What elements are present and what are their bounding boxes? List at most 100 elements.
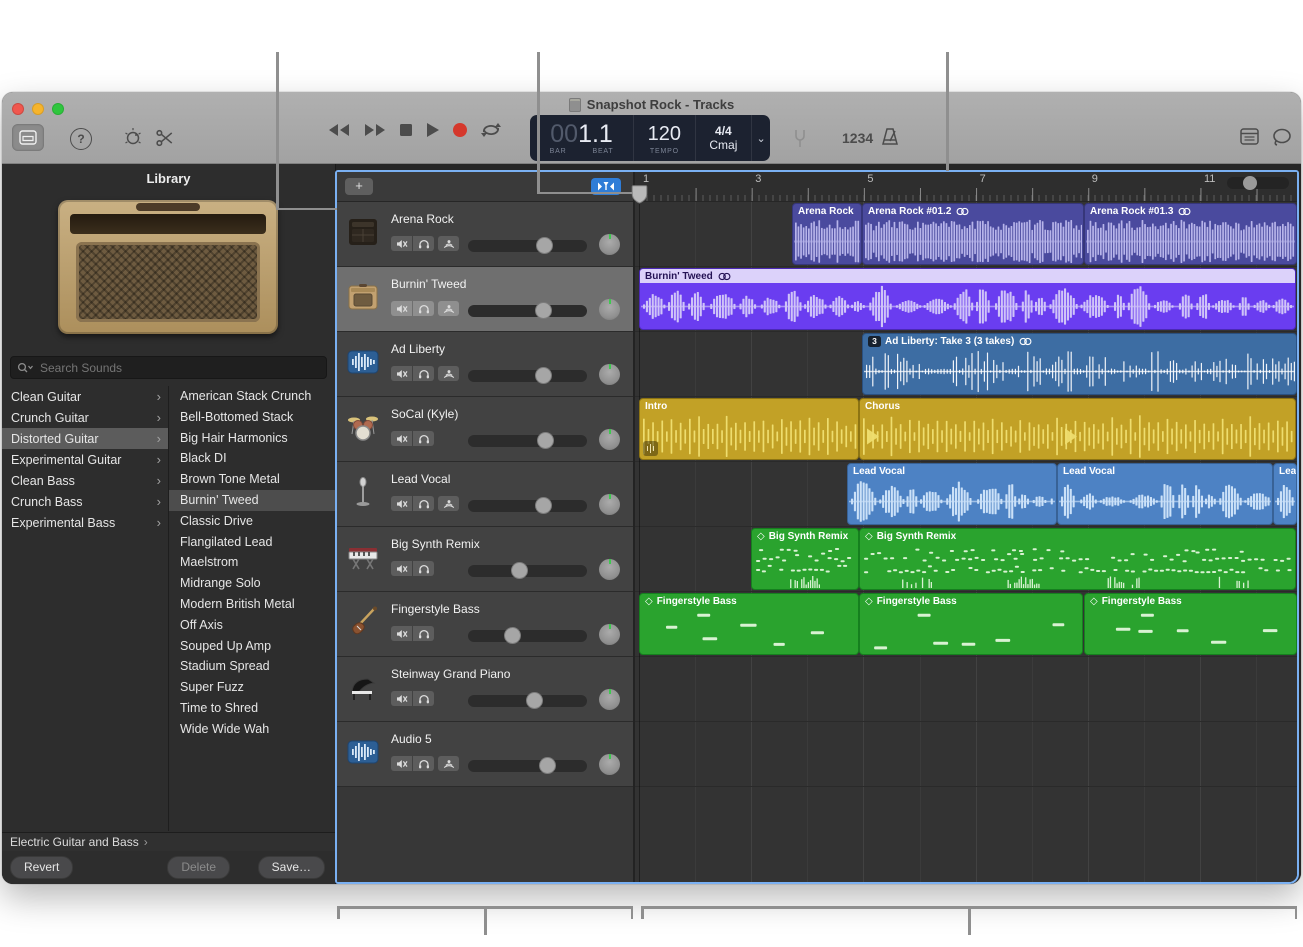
mute-button[interactable] xyxy=(391,496,412,511)
volume-knob[interactable] xyxy=(537,432,554,449)
save-button[interactable]: Save… xyxy=(258,856,325,879)
mute-button[interactable] xyxy=(391,301,412,316)
library-patch-item[interactable]: Midrange Solo xyxy=(169,573,335,594)
track-header-burnin-tweed[interactable]: Burnin' Tweed xyxy=(337,267,633,332)
input-monitoring-button[interactable] xyxy=(438,236,459,251)
pan-knob[interactable] xyxy=(599,754,620,775)
pan-knob[interactable] xyxy=(599,559,620,580)
library-patch-item[interactable]: Big Hair Harmonics xyxy=(169,428,335,449)
solo-button[interactable] xyxy=(413,431,434,446)
solo-button[interactable] xyxy=(413,301,434,316)
library-patch-item[interactable]: Stadium Spread xyxy=(169,656,335,677)
bar-ruler[interactable]: 1357911 xyxy=(635,172,1297,202)
smart-controls-button[interactable] xyxy=(122,127,144,149)
delete-button[interactable]: Delete xyxy=(167,856,230,879)
add-track-button[interactable]: + xyxy=(345,178,373,195)
audio-region-lead-vocal[interactable]: Lead Vocal xyxy=(847,463,1057,525)
input-monitoring-button[interactable] xyxy=(438,366,459,381)
mute-button[interactable] xyxy=(391,431,412,446)
track-header-ad-liberty[interactable]: Ad Liberty xyxy=(337,332,633,397)
library-patch-item[interactable]: Bell-Bottomed Stack xyxy=(169,407,335,428)
lcd-display[interactable]: 001.1 BARBEAT 120 TEMPO 4/4 Cmaj ⌄ xyxy=(530,115,770,161)
search-sounds-field[interactable] xyxy=(10,356,327,379)
library-patch-item[interactable]: Souped Up Amp xyxy=(169,636,335,657)
volume-knob[interactable] xyxy=(535,497,552,514)
note-pad-button[interactable] xyxy=(1240,128,1259,145)
audio-region-lead-vocal[interactable]: Lead Vocal xyxy=(1273,463,1297,525)
count-in-button[interactable]: 1234 xyxy=(842,130,873,146)
solo-button[interactable] xyxy=(413,691,434,706)
midi-region-big-synth-remix[interactable]: ◇Big Synth Remix xyxy=(751,528,859,590)
track-volume-slider[interactable] xyxy=(468,760,587,772)
library-patch-item[interactable]: Modern British Metal xyxy=(169,594,335,615)
lcd-chevron-icon[interactable]: ⌄ xyxy=(752,115,770,161)
zoom-slider-knob[interactable] xyxy=(1243,176,1257,190)
audio-region-ad-liberty-take-3-3-takes[interactable]: 3Ad Liberty: Take 3 (3 takes) xyxy=(862,333,1297,395)
volume-knob[interactable] xyxy=(536,237,553,254)
volume-knob[interactable] xyxy=(504,627,521,644)
pan-knob[interactable] xyxy=(599,689,620,710)
solo-button[interactable] xyxy=(413,756,434,771)
track-volume-slider[interactable] xyxy=(468,370,587,382)
library-category-item[interactable]: Clean Guitar› xyxy=(2,386,168,407)
play-button[interactable] xyxy=(425,122,440,143)
audio-region-burnin-tweed[interactable]: Burnin' Tweed xyxy=(639,268,1296,330)
audio-region-arena-rock-01-2[interactable]: Arena Rock #01.2 xyxy=(862,203,1084,265)
lcd-key-section[interactable]: 4/4 Cmaj xyxy=(696,115,753,161)
volume-knob[interactable] xyxy=(539,757,556,774)
library-patch-item[interactable]: American Stack Crunch xyxy=(169,386,335,407)
track-volume-slider[interactable] xyxy=(468,305,587,317)
record-button[interactable] xyxy=(452,122,468,143)
library-category-item[interactable]: Crunch Guitar› xyxy=(2,407,168,428)
track-header-arena-rock[interactable]: Arena Rock xyxy=(337,202,633,267)
track-header-big-synth-remix[interactable]: Big Synth Remix xyxy=(337,527,633,592)
mute-button[interactable] xyxy=(391,366,412,381)
library-category-item[interactable]: Experimental Bass› xyxy=(2,512,168,533)
library-patch-item[interactable]: Brown Tone Metal xyxy=(169,469,335,490)
editors-scissors-button[interactable] xyxy=(154,127,176,149)
solo-button[interactable] xyxy=(413,561,434,576)
solo-button[interactable] xyxy=(413,626,434,641)
library-breadcrumb[interactable]: Electric Guitar and Bass› xyxy=(2,832,335,852)
volume-knob[interactable] xyxy=(535,302,552,319)
mute-button[interactable] xyxy=(391,626,412,641)
library-patch-item[interactable]: Off Axis xyxy=(169,615,335,636)
help-button[interactable]: ? xyxy=(70,128,92,150)
track-header-socal-kyle[interactable]: SoCal (Kyle) xyxy=(337,397,633,462)
library-toggle-button[interactable] xyxy=(12,124,44,151)
library-patch-item[interactable]: Maelstrom xyxy=(169,552,335,573)
input-monitoring-button[interactable] xyxy=(438,756,459,771)
track-header-steinway-grand-piano[interactable]: Steinway Grand Piano xyxy=(337,657,633,722)
mute-button[interactable] xyxy=(391,236,412,251)
mute-button[interactable] xyxy=(391,756,412,771)
tuning-fork-icon[interactable] xyxy=(792,128,808,148)
volume-knob[interactable] xyxy=(511,562,528,579)
track-volume-slider[interactable] xyxy=(468,240,587,252)
audio-region-chorus[interactable]: Chorus xyxy=(859,398,1296,460)
library-patch-item[interactable]: Black DI xyxy=(169,448,335,469)
library-category-item[interactable]: Experimental Guitar› xyxy=(2,449,168,470)
audio-region-arena-rock[interactable]: Arena Rock xyxy=(792,203,862,265)
rewind-button[interactable] xyxy=(327,122,351,143)
loop-browser-button[interactable] xyxy=(1272,128,1292,146)
lcd-tempo-section[interactable]: 120 TEMPO xyxy=(634,115,695,161)
solo-button[interactable] xyxy=(413,496,434,511)
solo-button[interactable] xyxy=(413,236,434,251)
audio-region-lead-vocal[interactable]: Lead Vocal xyxy=(1057,463,1273,525)
track-volume-slider[interactable] xyxy=(468,500,587,512)
track-header-fingerstyle-bass[interactable]: Fingerstyle Bass xyxy=(337,592,633,657)
lcd-position-section[interactable]: 001.1 BARBEAT xyxy=(530,115,634,161)
mute-button[interactable] xyxy=(391,691,412,706)
track-volume-slider[interactable] xyxy=(468,565,587,577)
pan-knob[interactable] xyxy=(599,234,620,255)
midi-region-fingerstyle-bass[interactable]: ◇Fingerstyle Bass xyxy=(859,593,1083,655)
playhead-marker[interactable] xyxy=(631,185,648,209)
cycle-button[interactable] xyxy=(480,122,502,143)
library-patch-item[interactable]: Flangilated Lead xyxy=(169,532,335,553)
pan-knob[interactable] xyxy=(599,429,620,450)
library-category-item[interactable]: Distorted Guitar› xyxy=(2,428,168,449)
track-volume-slider[interactable] xyxy=(468,695,587,707)
track-header-lead-vocal[interactable]: Lead Vocal xyxy=(337,462,633,527)
audio-region-intro[interactable]: Intro xyxy=(639,398,859,460)
library-patch-item[interactable]: Classic Drive xyxy=(169,511,335,532)
